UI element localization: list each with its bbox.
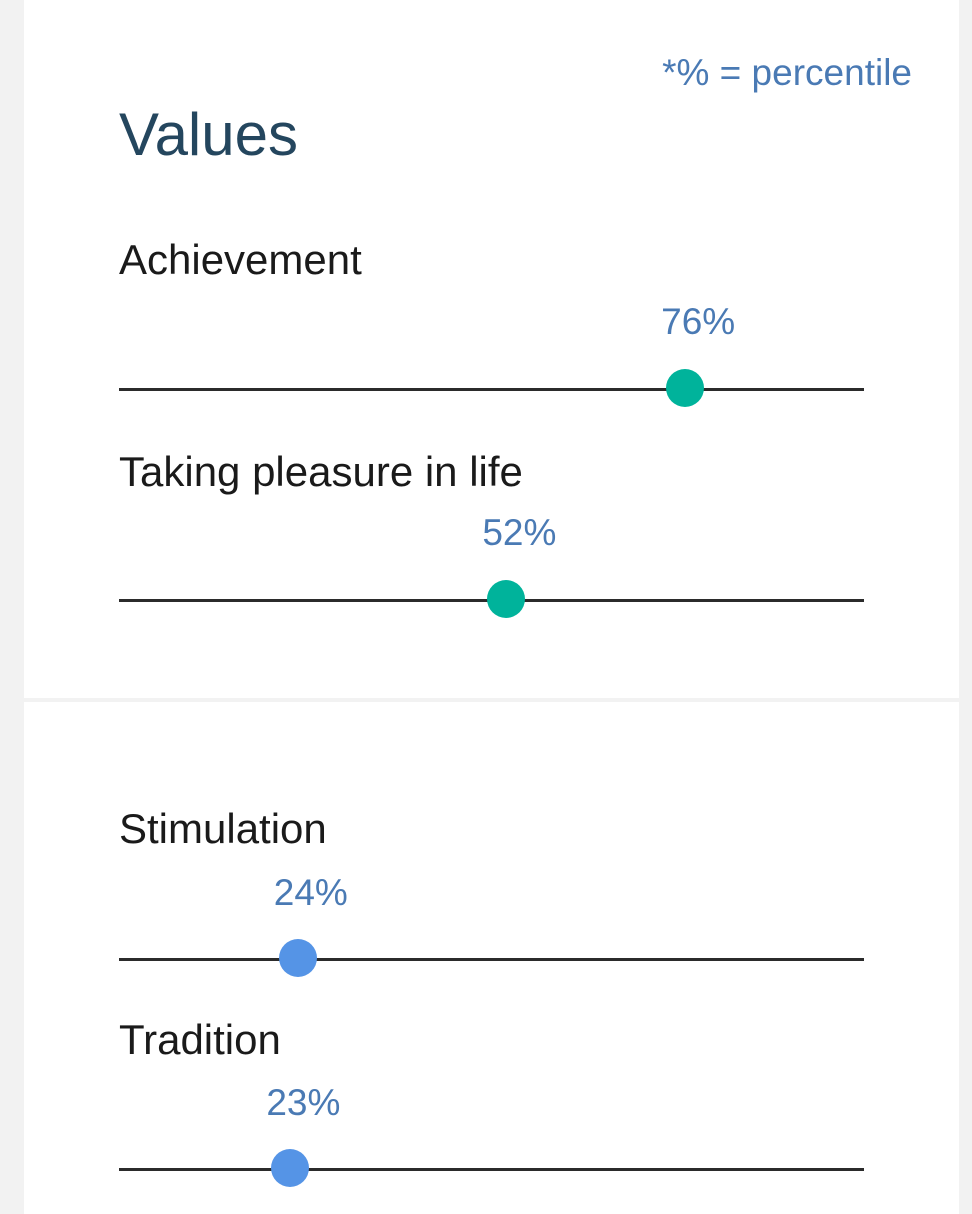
trait-label: Tradition: [119, 1016, 281, 1063]
percentile-value: 52%: [482, 512, 557, 553]
slider-track: [119, 388, 864, 391]
percentile-value: 23%: [266, 1082, 341, 1123]
trait-label: Stimulation: [119, 805, 327, 852]
trait-tradition: Tradition 23%: [119, 1016, 864, 1206]
percentile-slider[interactable]: [119, 369, 864, 409]
percentile-slider[interactable]: [119, 1149, 864, 1189]
slider-thumb[interactable]: [271, 1149, 310, 1187]
percentile-slider[interactable]: [119, 580, 864, 620]
percentile-value: 76%: [661, 301, 736, 342]
trait-label: Achievement: [119, 236, 362, 283]
trait-stimulation: Stimulation 24%: [119, 805, 864, 995]
values-page: *% = percentile Values Achievement 76% T…: [0, 0, 972, 1214]
slider-track: [119, 958, 864, 961]
slider-thumb[interactable]: [487, 580, 526, 618]
values-card-bottom: Stimulation 24% Tradition 23%: [24, 702, 959, 1214]
trait-achievement: Achievement 76%: [119, 236, 864, 426]
percentile-slider[interactable]: [119, 939, 864, 979]
section-title: Values: [119, 101, 299, 168]
slider-track: [119, 1168, 864, 1171]
percentile-legend-note: *% = percentile: [662, 52, 912, 93]
trait-taking-pleasure-in-life: Taking pleasure in life 52%: [119, 448, 864, 638]
trait-label: Taking pleasure in life: [119, 448, 523, 495]
slider-thumb[interactable]: [278, 939, 317, 977]
percentile-value: 24%: [273, 872, 348, 913]
values-card-top: *% = percentile Values Achievement 76% T…: [24, 0, 959, 698]
slider-thumb[interactable]: [666, 369, 705, 407]
